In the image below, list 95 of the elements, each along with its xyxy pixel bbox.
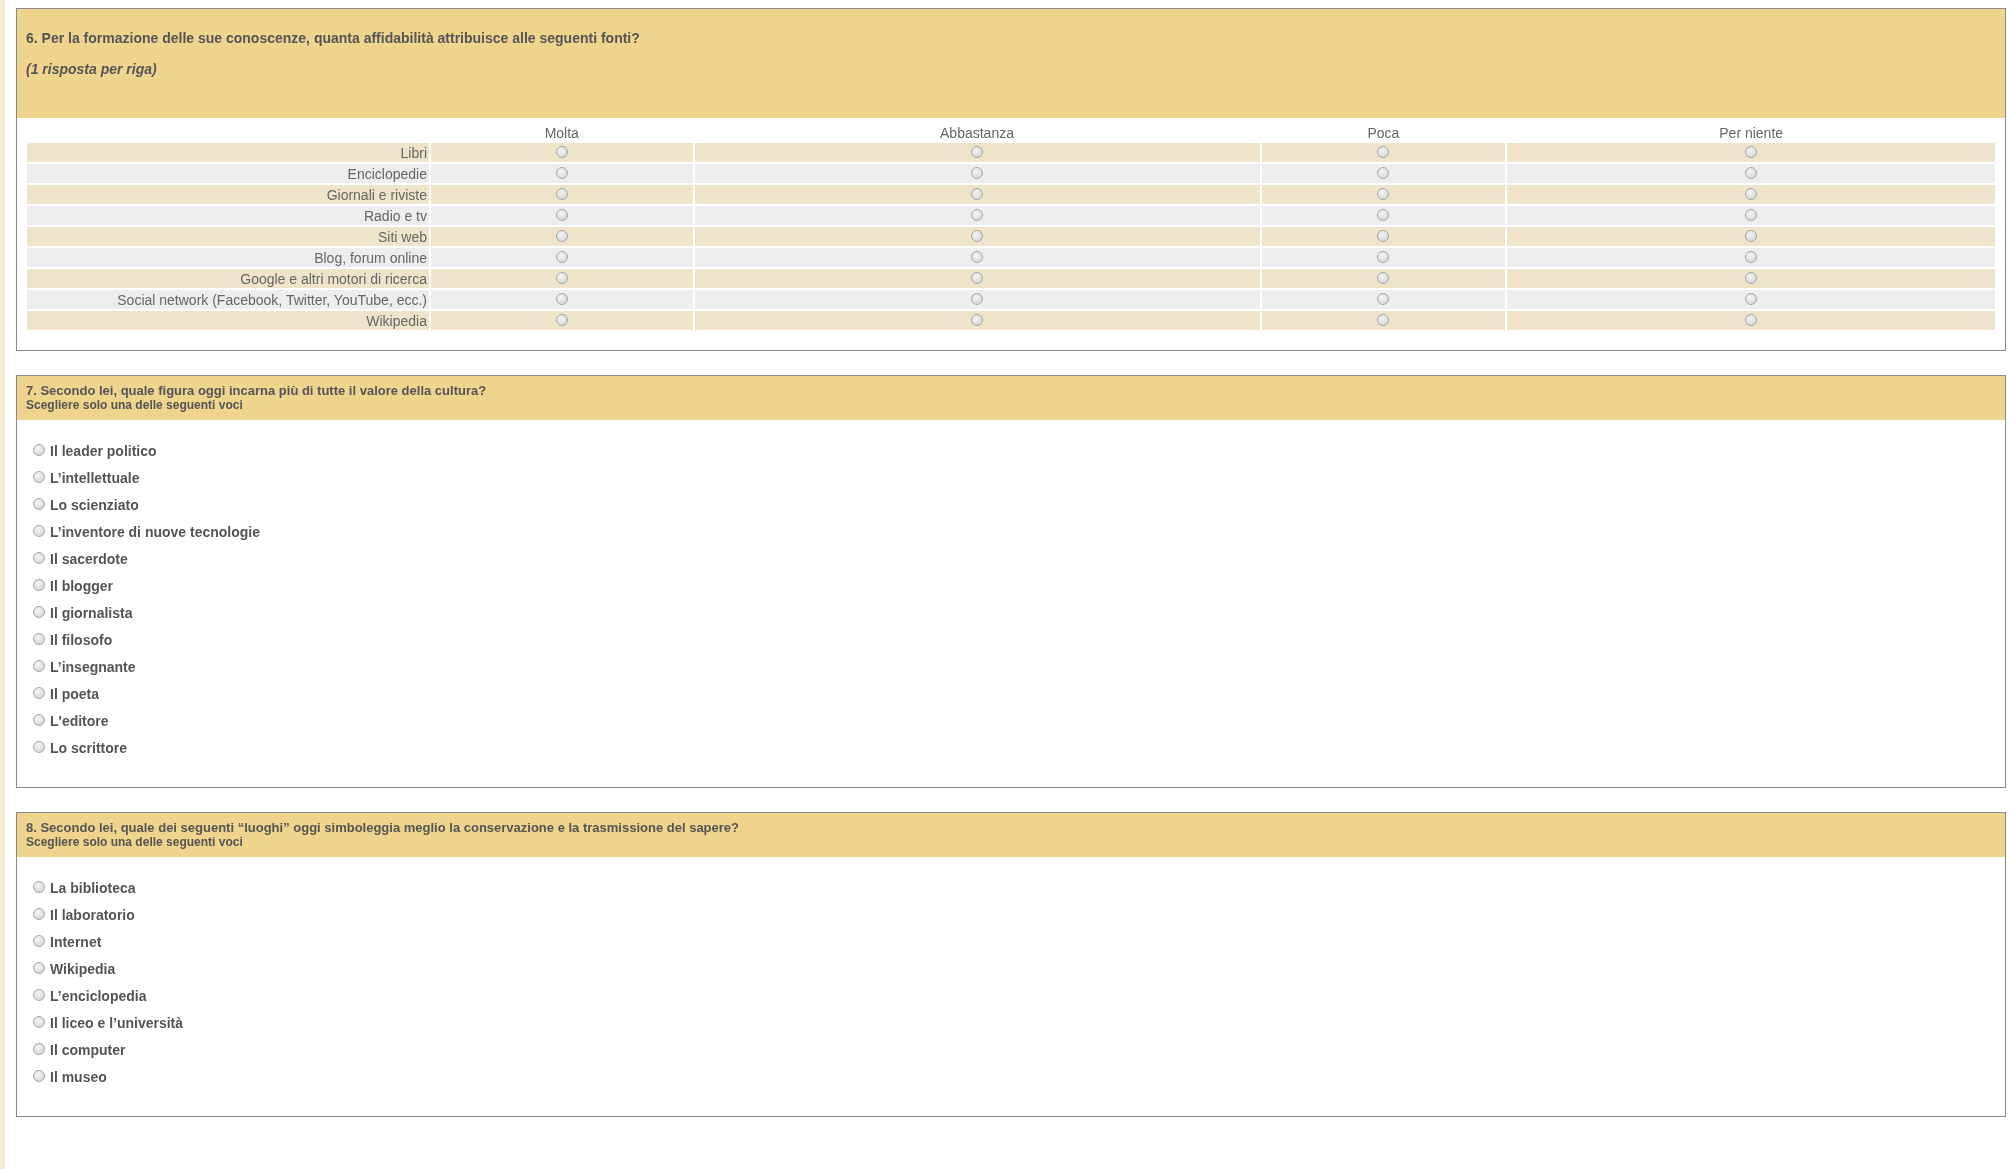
- radio-button[interactable]: [33, 714, 45, 726]
- radio-button[interactable]: [971, 292, 983, 305]
- radio-button[interactable]: [33, 471, 45, 483]
- radio-button[interactable]: [33, 606, 45, 618]
- radio-button[interactable]: [555, 208, 568, 221]
- radio-button[interactable]: [1377, 166, 1390, 179]
- radio-button[interactable]: [971, 250, 983, 263]
- question-instruction: Scegliere solo una delle seguenti voci: [26, 398, 244, 413]
- option-label[interactable]: Wikipedia: [50, 961, 116, 977]
- row-label: Siti web: [27, 227, 429, 246]
- radio-button[interactable]: [555, 145, 568, 158]
- radio-button[interactable]: [1745, 313, 1758, 326]
- radio-button[interactable]: [555, 166, 568, 179]
- option-label[interactable]: Il filosofo: [50, 632, 113, 648]
- radio-button[interactable]: [1377, 271, 1390, 284]
- option-label[interactable]: L’insegnante: [50, 659, 136, 675]
- row-label: Enciclopedie: [27, 164, 429, 183]
- question-title: 7. Secondo lei, quale figura oggi incarna più di tutte il valore della cultura?: [26, 383, 488, 398]
- row-label: Social network (Facebook, Twitter, YouTube, ecc.): [27, 290, 429, 309]
- row-label: Radio e tv: [27, 206, 429, 225]
- row-label: Google e altri motori di ricerca: [27, 269, 429, 288]
- radio-button[interactable]: [33, 741, 45, 753]
- row-label: Blog, forum online: [27, 248, 429, 267]
- radio-button[interactable]: [1745, 271, 1758, 284]
- option-label[interactable]: Il blogger: [50, 578, 113, 594]
- radio-button[interactable]: [555, 250, 568, 263]
- row-label: Libri: [27, 143, 429, 162]
- option-label[interactable]: Il sacerdote: [50, 551, 128, 567]
- radio-button[interactable]: [1377, 250, 1390, 263]
- radio-button[interactable]: [1745, 145, 1758, 158]
- radio-button[interactable]: [555, 313, 568, 326]
- radio-button[interactable]: [1377, 313, 1390, 326]
- radio-button[interactable]: [33, 660, 45, 672]
- row-label: Giornali e riviste: [27, 185, 429, 204]
- radio-button[interactable]: [1377, 229, 1390, 242]
- radio-button[interactable]: [1377, 292, 1390, 305]
- radio-button[interactable]: [1377, 145, 1390, 158]
- radio-button[interactable]: [971, 229, 983, 242]
- option-label[interactable]: Il liceo e l’università: [50, 1015, 184, 1031]
- radio-button[interactable]: [971, 271, 983, 284]
- radio-button[interactable]: [1745, 208, 1758, 221]
- radio-button[interactable]: [1745, 229, 1758, 242]
- radio-button[interactable]: [33, 687, 45, 699]
- option-label[interactable]: Lo scienziato: [50, 497, 139, 513]
- option-label[interactable]: Lo scrittore: [50, 740, 127, 756]
- radio-button[interactable]: [971, 313, 983, 326]
- option-label[interactable]: L'editore: [50, 713, 109, 729]
- option-label[interactable]: Il museo: [50, 1069, 107, 1085]
- radio-button[interactable]: [1377, 187, 1390, 200]
- radio-button[interactable]: [33, 1016, 45, 1028]
- option-label[interactable]: Internet: [50, 934, 102, 950]
- radio-button[interactable]: [33, 525, 45, 537]
- option-label[interactable]: L’enciclopedia: [50, 988, 147, 1004]
- radio-button[interactable]: [33, 633, 45, 645]
- question-instruction: (1 risposta per riga): [26, 62, 158, 77]
- radio-button[interactable]: [33, 579, 45, 591]
- option-label[interactable]: Il giornalista: [50, 605, 133, 621]
- option-label[interactable]: L’intellettuale: [50, 470, 140, 486]
- radio-button[interactable]: [971, 145, 983, 158]
- radio-button[interactable]: [1745, 187, 1758, 200]
- radio-button[interactable]: [33, 1043, 45, 1055]
- radio-button[interactable]: [555, 271, 568, 284]
- radio-button[interactable]: [555, 292, 568, 305]
- radio-button[interactable]: [33, 935, 45, 947]
- option-label[interactable]: Il leader politico: [50, 443, 157, 459]
- radio-button[interactable]: [1745, 292, 1758, 305]
- radio-button[interactable]: [33, 444, 45, 456]
- question-instruction: Scegliere solo una delle seguenti voci: [26, 835, 244, 850]
- question-title: 8. Secondo lei, quale dei seguenti “luoghi” oggi simboleggia meglio la conservazione e la trasmissione del sapere?: [26, 820, 741, 835]
- radio-button[interactable]: [971, 166, 983, 179]
- radio-button[interactable]: [33, 498, 45, 510]
- column-header: Poca: [1366, 124, 1401, 141]
- radio-button[interactable]: [33, 989, 45, 1001]
- option-label[interactable]: Il computer: [50, 1042, 126, 1058]
- radio-button[interactable]: [33, 1070, 45, 1082]
- option-label[interactable]: L’inventore di nuove tecnologie: [50, 524, 261, 540]
- radio-button[interactable]: [555, 229, 568, 242]
- radio-button[interactable]: [1745, 250, 1758, 263]
- radio-button[interactable]: [971, 208, 983, 221]
- option-label[interactable]: Il poeta: [50, 686, 99, 702]
- radio-button[interactable]: [33, 962, 45, 974]
- radio-button[interactable]: [33, 881, 45, 893]
- column-header: Molta: [543, 124, 580, 141]
- question-title: 6. Per la formazione delle sue conoscenze, quanta affidabilità attribuisce alle seguenti fonti?: [26, 30, 641, 46]
- radio-button[interactable]: [971, 187, 983, 200]
- radio-button[interactable]: [33, 552, 45, 564]
- option-label[interactable]: Il laboratorio: [50, 907, 135, 923]
- radio-button[interactable]: [1377, 208, 1390, 221]
- column-header: Abbastanza: [939, 124, 1015, 141]
- option-label[interactable]: La biblioteca: [50, 880, 136, 896]
- radio-button[interactable]: [555, 187, 568, 200]
- radio-button[interactable]: [1745, 166, 1758, 179]
- radio-button[interactable]: [33, 908, 45, 920]
- column-header: Per niente: [1718, 124, 1785, 141]
- row-label: Wikipedia: [27, 311, 429, 330]
